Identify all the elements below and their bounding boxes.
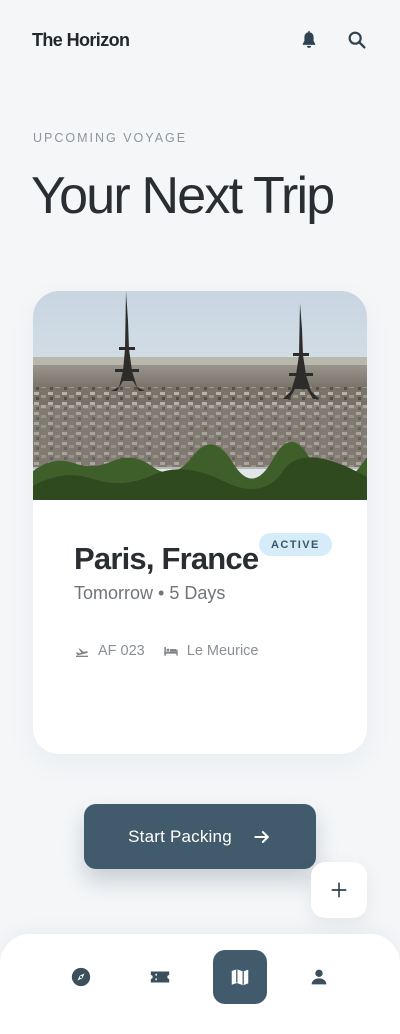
trip-card[interactable]: Paris, France ACTIVE Tomorrow • 5 Days A…: [33, 291, 367, 754]
trip-info-row: AF 023 Le Meurice: [74, 643, 276, 659]
plane-departure-icon: [76, 648, 88, 657]
nav-explore[interactable]: [54, 950, 108, 1004]
trip-destination: Paris, France: [74, 541, 259, 576]
search-button[interactable]: [346, 29, 368, 51]
page-title: Your Next Trip: [31, 167, 335, 225]
person-icon: [311, 969, 327, 985]
nav-tickets[interactable]: [133, 950, 187, 1004]
add-button[interactable]: [311, 862, 367, 918]
top-actions: [298, 29, 368, 51]
nav-map[interactable]: [213, 950, 267, 1004]
flight-number: AF 023: [98, 643, 145, 659]
bell-icon: [302, 30, 316, 48]
start-packing-button[interactable]: Start Packing: [84, 804, 316, 869]
bed-icon: [164, 647, 178, 656]
bottom-nav: [0, 934, 400, 1034]
search-icon: [348, 31, 366, 49]
top-bar: The Horizon: [0, 0, 400, 80]
nav-profile[interactable]: [292, 950, 346, 1004]
start-packing-label: Start Packing: [128, 826, 232, 846]
plus-icon: [331, 882, 347, 898]
compass-icon: [71, 967, 91, 987]
hotel-name: Le Meurice: [186, 643, 259, 659]
notifications-button[interactable]: [298, 29, 320, 51]
status-badge: ACTIVE: [259, 533, 332, 556]
trip-details: Paris, France ACTIVE Tomorrow • 5 Days A…: [33, 500, 367, 754]
map-icon: [231, 969, 249, 986]
hotel-info: Le Meurice: [163, 643, 259, 659]
ticket-icon: [150, 971, 170, 983]
trip-dates: Tomorrow • 5 Days: [74, 583, 226, 603]
eiffel-tower-photo: [33, 291, 367, 500]
flight-info: AF 023: [74, 643, 145, 659]
section-eyebrow: UPCOMING VOYAGE: [33, 131, 188, 145]
app-title: The Horizon: [32, 29, 130, 50]
arrow-right-icon: [254, 830, 269, 843]
